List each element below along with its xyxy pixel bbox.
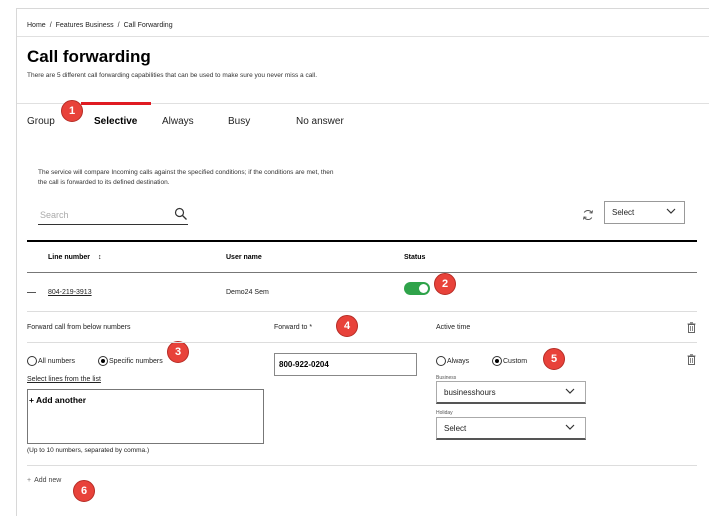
column-header-line-number[interactable]: Line number ↕ xyxy=(48,254,101,261)
tab-group[interactable]: Group xyxy=(27,116,55,127)
radio-always[interactable]: Always xyxy=(436,356,469,366)
breadcrumb-home[interactable]: Home xyxy=(27,22,46,29)
annotation-badge-2: 2 xyxy=(434,273,456,295)
forward-to-input[interactable]: 800-922-0204 xyxy=(274,353,417,376)
trash-icon[interactable] xyxy=(687,322,696,333)
forward-from-label: Forward call from below numbers xyxy=(27,324,131,331)
tab-busy[interactable]: Busy xyxy=(228,116,250,127)
select-lines-link[interactable]: Select lines from the list xyxy=(27,376,101,383)
table-top-border xyxy=(27,240,697,242)
search-icon[interactable] xyxy=(174,207,188,221)
trash-icon[interactable] xyxy=(687,354,696,365)
radio-always-label: Always xyxy=(447,357,470,365)
radio-specific-numbers[interactable]: Specific numbers xyxy=(98,356,163,366)
holiday-label: Holiday xyxy=(436,410,453,416)
filter-select-value: Select xyxy=(612,208,635,217)
chevron-down-icon xyxy=(565,424,575,430)
header-divider xyxy=(17,36,709,37)
collapse-row-icon[interactable] xyxy=(27,292,36,293)
column-header-user-name: User name xyxy=(226,254,262,261)
status-toggle[interactable] xyxy=(404,282,430,295)
annotation-badge-6: 6 xyxy=(73,480,95,502)
plus-icon: + xyxy=(27,477,32,484)
add-another-button[interactable]: + Add another xyxy=(29,395,86,405)
annotation-badge-3: 3 xyxy=(167,341,189,363)
section-divider xyxy=(27,342,697,343)
annotation-badge-1: 1 xyxy=(61,100,83,122)
tab-selective[interactable]: Selective xyxy=(94,116,137,127)
radio-specific-numbers-indicator[interactable] xyxy=(98,356,108,366)
holiday-dropdown[interactable]: Select xyxy=(436,417,586,440)
radio-custom[interactable]: Custom xyxy=(492,356,527,366)
annotation-badge-5: 5 xyxy=(543,348,565,370)
column-header-status: Status xyxy=(404,254,426,261)
service-description: The service will compare Incoming calls … xyxy=(38,169,334,186)
section-bottom-divider xyxy=(27,465,697,466)
table-header-divider xyxy=(27,272,697,273)
breadcrumb-separator: / xyxy=(117,22,120,29)
numbers-hint: (Up to 10 numbers, separated by comma.) xyxy=(27,447,150,454)
tab-no-answer[interactable]: No answer xyxy=(296,116,344,127)
active-tab-indicator xyxy=(81,102,151,105)
breadcrumb-separator: / xyxy=(49,22,52,29)
forward-to-label: Forward to * xyxy=(274,324,313,331)
chevron-down-icon xyxy=(565,388,575,394)
breadcrumb-call-forwarding: Call Forwarding xyxy=(123,22,173,29)
numbers-textarea[interactable]: + Add another xyxy=(27,389,264,444)
add-new-label: Add new xyxy=(34,477,62,484)
breadcrumb: Home / Features Business / Call Forwarding xyxy=(27,22,173,29)
tab-always[interactable]: Always xyxy=(162,116,194,127)
page-subtitle: There are 5 different call forwarding ca… xyxy=(27,72,318,79)
business-hours-dropdown[interactable]: businesshours xyxy=(436,381,586,404)
radio-custom-indicator[interactable] xyxy=(492,356,502,366)
active-time-label: Active time xyxy=(436,324,471,331)
row-divider xyxy=(27,311,697,312)
line-number-link[interactable]: 804-219-3913 xyxy=(48,289,92,296)
holiday-value: Select xyxy=(444,424,467,433)
search-box xyxy=(38,205,188,225)
refresh-icon[interactable] xyxy=(582,209,594,221)
radio-all-numbers-indicator[interactable] xyxy=(27,356,37,366)
user-name-cell: Demo24 Sem xyxy=(226,289,269,296)
annotation-badge-4: 4 xyxy=(336,315,358,337)
radio-all-numbers[interactable]: All numbers xyxy=(27,356,75,366)
toggle-knob xyxy=(419,284,428,293)
chevron-down-icon xyxy=(666,208,676,214)
business-hours-value: businesshours xyxy=(444,388,496,397)
search-input[interactable] xyxy=(40,210,160,220)
filter-select[interactable]: Select xyxy=(604,201,685,224)
radio-all-numbers-label: All numbers xyxy=(38,357,75,365)
radio-always-indicator[interactable] xyxy=(436,356,446,366)
column-header-line-number-label: Line number xyxy=(48,254,91,261)
radio-specific-numbers-label: Specific numbers xyxy=(109,357,163,365)
sort-icon[interactable]: ↕ xyxy=(98,254,102,261)
add-new-button[interactable]: + Add new xyxy=(27,477,61,484)
radio-custom-label: Custom xyxy=(503,357,528,365)
breadcrumb-features-business[interactable]: Features Business xyxy=(56,22,114,29)
page-title: Call forwarding xyxy=(27,47,151,66)
